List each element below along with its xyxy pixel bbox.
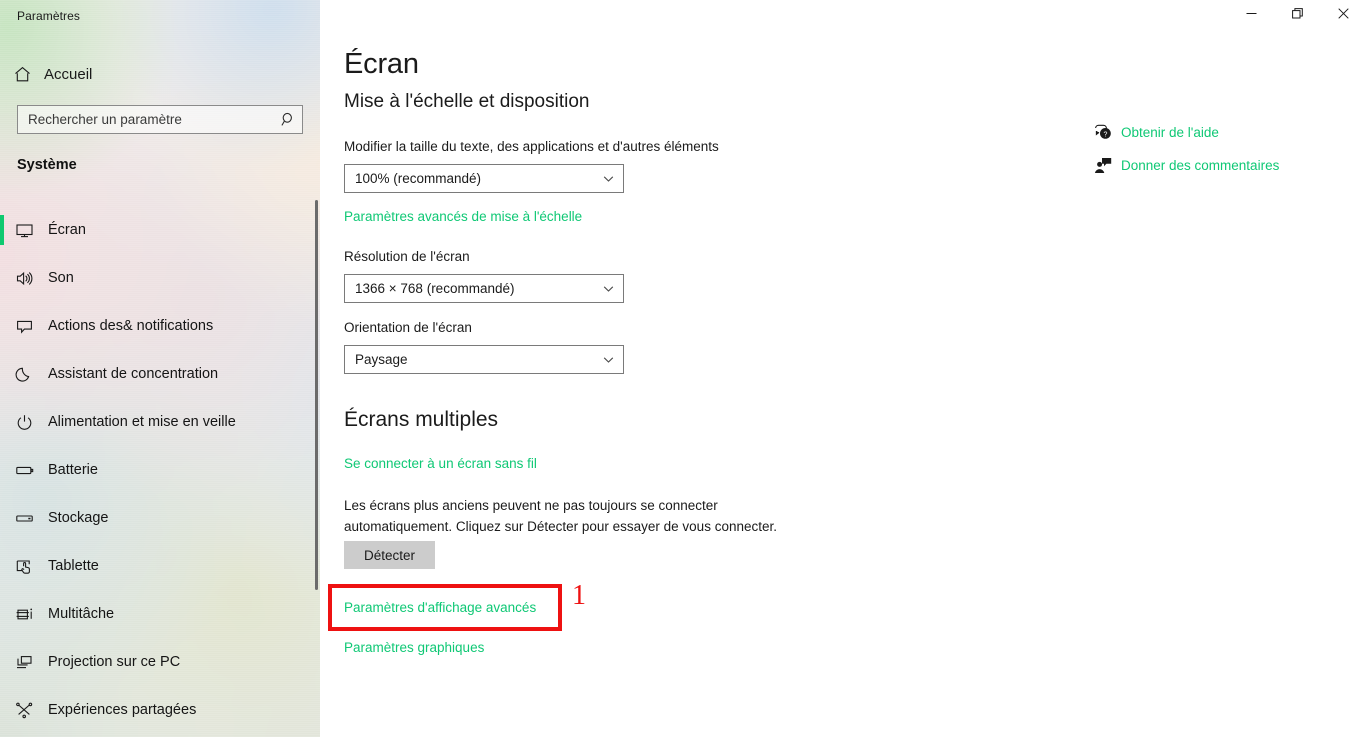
home-icon [0, 65, 44, 84]
give-feedback-label: Donner des commentaires [1121, 157, 1280, 173]
get-help-label: Obtenir de l'aide [1121, 124, 1219, 140]
window-title: Paramètres [17, 9, 81, 23]
resolution-field-label: Résolution de l'écran [344, 249, 470, 264]
graphics-settings-link[interactable]: Paramètres graphiques [344, 640, 484, 655]
sidebar-item-shared-experiences[interactable]: Expériences partagées [0, 686, 320, 734]
sidebar-item-son[interactable]: Son [0, 254, 320, 302]
search-icon[interactable] [274, 112, 302, 127]
restore-button[interactable] [1274, 0, 1320, 30]
sidebar-item-multitasking[interactable]: Multitâche [0, 590, 320, 638]
sidebar-item-focus-assist-label: Assistant de concentration [48, 366, 219, 382]
sidebar-item-projecting-label: Projection sur ce PC [48, 654, 181, 670]
scale-field-label: Modifier la taille du texte, des applica… [344, 139, 719, 154]
sidebar-item-storage[interactable]: Stockage [0, 494, 320, 542]
speaker-icon [0, 269, 48, 288]
minimize-button[interactable] [1228, 0, 1274, 30]
sidebar-item-storage-label: Stockage [48, 510, 109, 526]
tablet-hand-icon [0, 557, 48, 576]
sidebar-nav-list: Écran Son Actions des& notifications Ass… [0, 206, 320, 734]
sidebar-item-power-sleep-label: Alimentation et mise en veille [48, 414, 236, 430]
drive-icon [0, 509, 48, 528]
sidebar-item-son-label: Son [48, 270, 74, 286]
resolution-dropdown-value: 1366 × 768 (recommandé) [355, 281, 515, 296]
sidebar-item-projecting[interactable]: Projection sur ce PC [0, 638, 320, 686]
sidebar-item-ecran-label: Écran [48, 222, 86, 238]
detect-button[interactable]: Détecter [344, 541, 435, 569]
chevron-down-icon [593, 353, 623, 366]
sidebar-item-multitasking-label: Multitâche [48, 606, 115, 622]
advanced-scaling-link[interactable]: Paramètres avancés de mise à l'échelle [344, 209, 582, 224]
sidebar-group-title: Système [17, 157, 77, 173]
selected-accent-bar [0, 215, 4, 245]
sidebar-item-ecran[interactable]: Écran [0, 206, 320, 254]
project-screen-icon [0, 653, 48, 672]
svg-text:?: ? [1103, 131, 1107, 138]
window-controls [1228, 0, 1366, 30]
sidebar-item-focus-assist[interactable]: Assistant de concentration [0, 350, 320, 398]
give-feedback-link[interactable]: Donner des commentaires [1085, 151, 1345, 179]
scale-dropdown[interactable]: 100% (recommandé) [344, 164, 624, 193]
multiple-displays-description: Les écrans plus anciens peuvent ne pas t… [344, 498, 777, 534]
help-bubble-icon: ? [1085, 123, 1121, 142]
scale-dropdown-value: 100% (recommandé) [355, 171, 482, 186]
search-box[interactable] [17, 105, 303, 134]
sidebar-item-tablet-label: Tablette [48, 558, 99, 574]
main-content: Écran Mise à l'échelle et disposition Mo… [320, 0, 1366, 737]
resolution-dropdown[interactable]: 1366 × 768 (recommandé) [344, 274, 624, 303]
battery-icon [0, 461, 48, 480]
sidebar-item-battery-label: Batterie [48, 462, 98, 478]
sidebar: Paramètres Accueil Rechercher un paramèt… [0, 0, 320, 737]
sidebar-scrollbar[interactable] [315, 200, 318, 590]
minimize-icon [1246, 6, 1257, 24]
monitor-icon [0, 221, 48, 240]
sidebar-item-home[interactable]: Accueil [0, 58, 320, 90]
orientation-dropdown-value: Paysage [355, 352, 408, 367]
sidebar-item-tablet[interactable]: Tablette [0, 542, 320, 590]
chevron-down-icon [593, 282, 623, 295]
search-input[interactable] [18, 112, 274, 127]
chat-bubble-icon [0, 317, 48, 336]
sidebar-item-power-sleep[interactable]: Alimentation et mise en veille [0, 398, 320, 446]
multiple-displays-heading: Écrans multiples [344, 408, 499, 431]
sidebar-item-battery[interactable]: Batterie [0, 446, 320, 494]
shared-experiences-icon [0, 701, 48, 720]
connect-wireless-display-link[interactable]: Se connecter à un écran sans fil [344, 456, 537, 471]
orientation-dropdown[interactable]: Paysage [344, 345, 624, 374]
chevron-down-icon [593, 172, 623, 185]
scaling-section-heading: Mise à l'échelle et disposition [344, 91, 590, 112]
orientation-field-label: Orientation de l'écran [344, 320, 472, 335]
close-button[interactable] [1320, 0, 1366, 30]
restore-icon [1291, 6, 1303, 24]
sidebar-item-shared-experiences-label: Expériences partagées [48, 702, 197, 718]
feedback-person-icon [1085, 156, 1121, 175]
sidebar-item-notifications[interactable]: Actions des& notifications [0, 302, 320, 350]
annotation-step-number: 1 [572, 580, 586, 611]
sidebar-item-notifications-label: Actions des& notifications [48, 318, 214, 334]
page-title: Écran [344, 48, 419, 80]
moon-icon [0, 365, 48, 384]
sidebar-item-home-label: Accueil [44, 65, 93, 83]
get-help-link[interactable]: ? Obtenir de l'aide [1085, 118, 1345, 146]
multitask-icon [0, 605, 48, 624]
power-icon [0, 413, 48, 432]
advanced-display-settings-link[interactable]: Paramètres d'affichage avancés [344, 600, 536, 615]
close-icon [1337, 6, 1349, 24]
help-panel: ? Obtenir de l'aide Donner des commentai… [1085, 118, 1345, 184]
settings-window: Paramètres Accueil Rechercher un paramèt… [0, 0, 1366, 737]
